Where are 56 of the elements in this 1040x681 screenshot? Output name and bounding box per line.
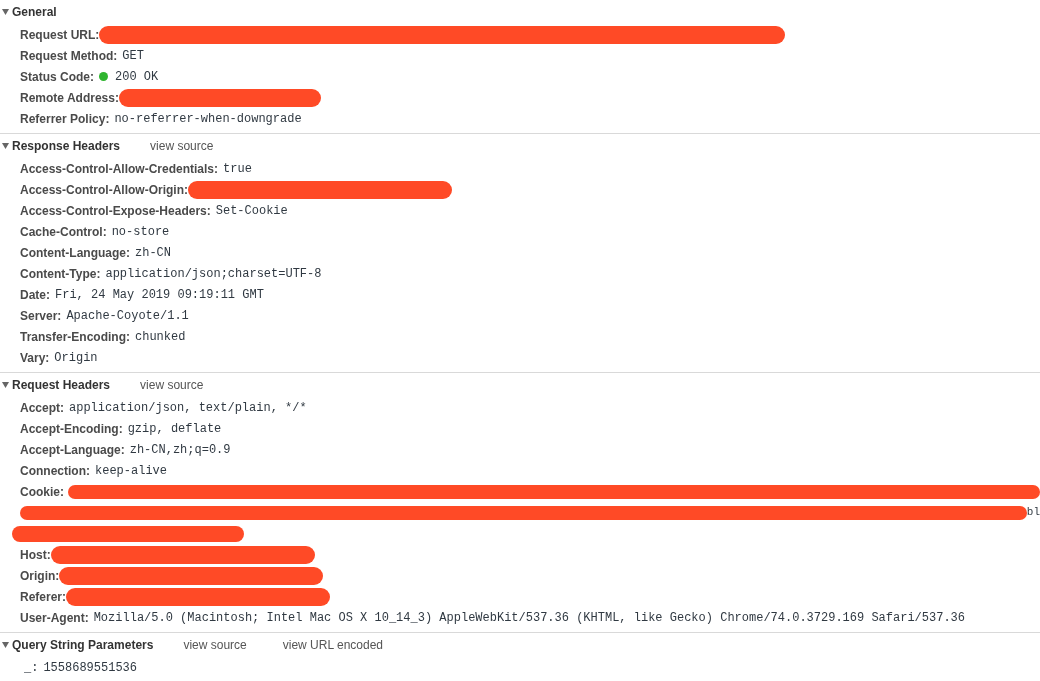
param-value: 1558689551536 xyxy=(43,659,138,677)
header-name: Accept-Encoding: xyxy=(20,420,123,438)
header-value: true xyxy=(223,160,252,178)
header-name: Server: xyxy=(20,307,62,325)
header-value: no-store xyxy=(111,223,170,241)
header-value: Mozilla/5.0 (Macintosh; Intel Mac OS X 10_14_3) AppleWebKit/537.36 (KHTML, like Gecko) Chrome/74.0.3729.169 Safari/537.36 xyxy=(93,609,965,627)
header-value: zh-CN xyxy=(135,244,171,262)
header-value: Set-Cookie xyxy=(215,202,288,220)
header-name: Access-Control-Allow-Credentials: xyxy=(20,160,219,178)
header-value: application/json, text/plain, */* xyxy=(69,399,307,417)
section-toggle[interactable]: Query String Parameters xyxy=(0,636,154,654)
header-name: Host: xyxy=(20,546,51,564)
caret-down-icon xyxy=(2,143,9,149)
header-value: 200 OK xyxy=(115,68,159,86)
header-value: bl xyxy=(1026,505,1040,521)
param-name: _: xyxy=(24,659,39,677)
section-toggle[interactable]: Response Headers xyxy=(0,137,121,155)
header-name: Accept: xyxy=(20,399,64,417)
section-toggle[interactable]: General xyxy=(0,3,57,21)
header-name: Remote Address: xyxy=(20,89,119,107)
header-name: Vary: xyxy=(20,349,50,367)
header-value: Apache-Coyote/1.1 xyxy=(66,307,189,325)
header-name: Referer: xyxy=(20,588,67,606)
header-name: Referrer Policy: xyxy=(20,110,110,128)
header-name: User-Agent: xyxy=(20,609,89,627)
view-toggle-link[interactable]: view source xyxy=(140,376,204,394)
view-toggle-link[interactable]: view source xyxy=(150,137,214,155)
header-value: GET xyxy=(122,47,144,65)
header-name: Transfer-Encoding: xyxy=(20,328,130,346)
header-name: Connection: xyxy=(20,462,90,480)
header-name: Access-Control-Allow-Origin: xyxy=(20,181,188,199)
header-value: Origin xyxy=(54,349,98,367)
view-toggle-link[interactable]: view URL encoded xyxy=(282,636,384,654)
header-name: Accept-Language: xyxy=(20,441,125,459)
header-name: Access-Control-Expose-Headers: xyxy=(20,202,211,220)
header-name: Status Code: xyxy=(20,68,94,86)
header-name: Date: xyxy=(20,286,50,304)
header-name: Content-Type: xyxy=(20,265,101,283)
header-value: Fri, 24 May 2019 09:19:11 GMT xyxy=(55,286,264,304)
header-value: gzip, deflate xyxy=(127,420,222,438)
section-toggle[interactable]: Request Headers xyxy=(0,376,111,394)
header-name: Request URL: xyxy=(20,26,100,44)
header-name: Cookie: xyxy=(20,483,64,501)
header-value: no-referrer-when-downgrade xyxy=(114,110,302,128)
header-name: Content-Language: xyxy=(20,244,130,262)
header-name: Cache-Control: xyxy=(20,223,107,241)
caret-down-icon xyxy=(2,642,9,648)
header-value: chunked xyxy=(135,328,186,346)
caret-down-icon xyxy=(2,382,9,388)
view-toggle-link[interactable]: view source xyxy=(183,636,247,654)
header-name: Request Method: xyxy=(20,47,118,65)
header-value: zh-CN,zh;q=0.9 xyxy=(129,441,231,459)
caret-down-icon xyxy=(2,9,9,15)
header-value: application/json;charset=UTF-8 xyxy=(105,265,322,283)
header-value: keep-alive xyxy=(95,462,167,480)
header-name: Origin: xyxy=(20,567,60,585)
